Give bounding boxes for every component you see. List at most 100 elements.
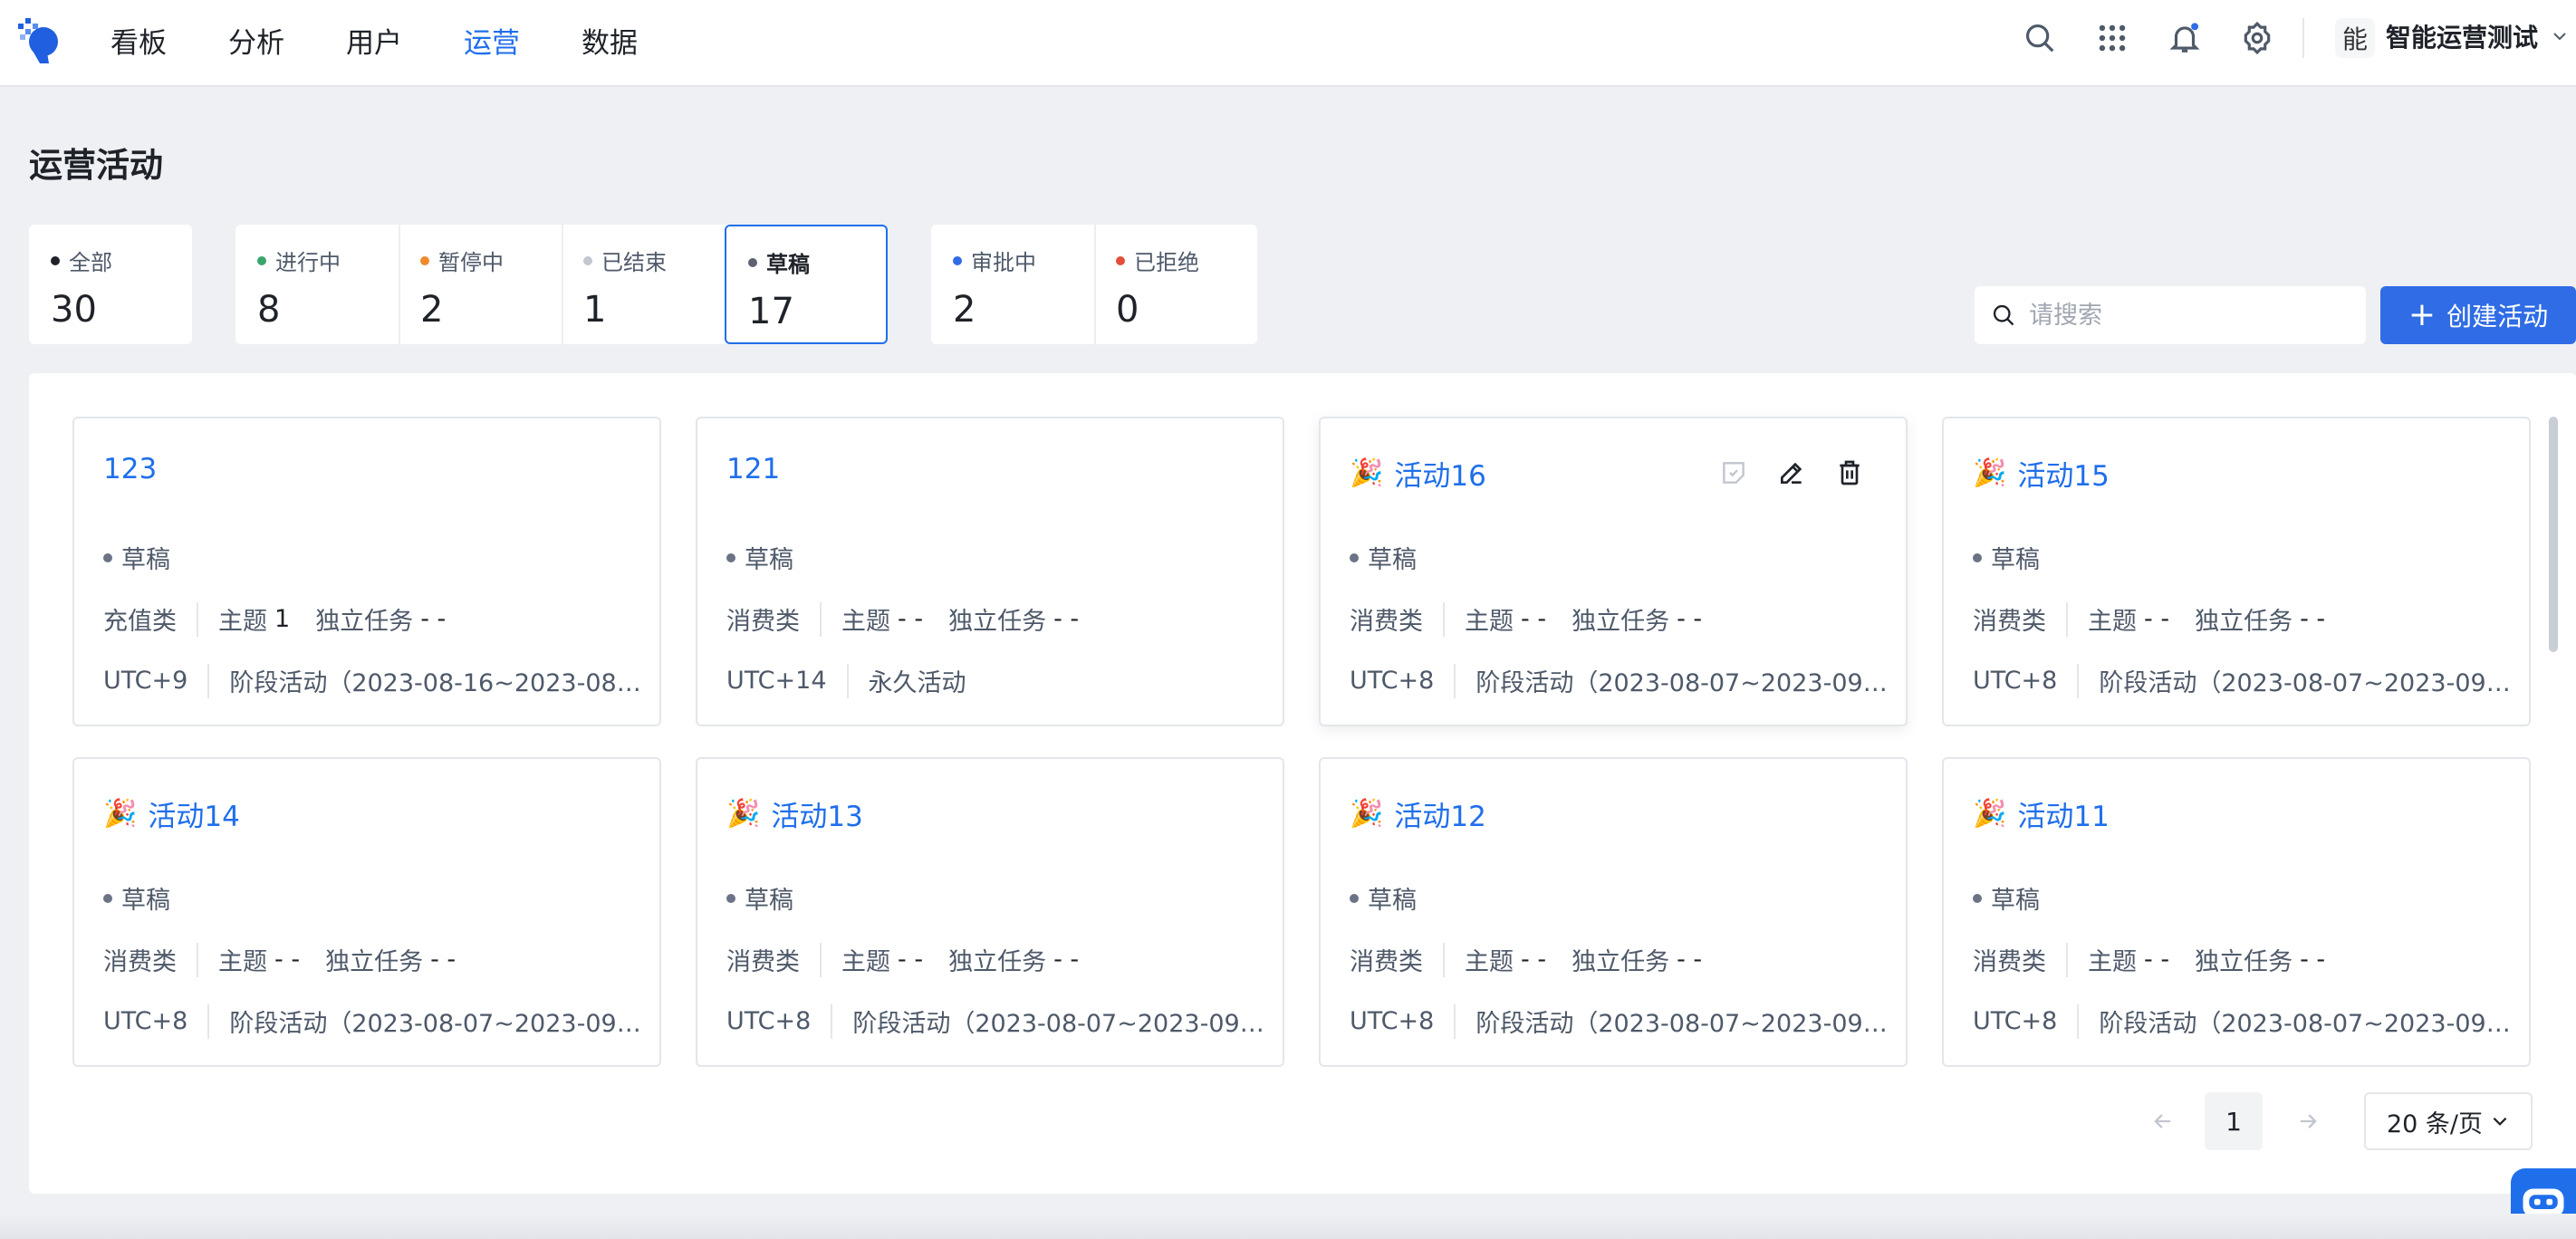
activity-card[interactable]: 🎉 活动16 草稿 消费类 主题 - - 独立任务 - - UTC+8 阶段活动（2023-08-… xyxy=(1319,417,1908,726)
stat-draft-label: 草稿 xyxy=(748,246,864,278)
card-task-label: 独立任务 xyxy=(948,608,1047,636)
stat-all[interactable]: 全部 30 xyxy=(29,225,192,344)
search-icon xyxy=(1993,304,2014,326)
user-name[interactable]: 智能运营测试 xyxy=(2386,20,2538,56)
card-meta: 消费类 主题 - - 独立任务 - - xyxy=(1973,601,2325,637)
status-dot-icon xyxy=(953,255,962,265)
status-dot-icon xyxy=(420,255,429,265)
apps-grid-icon[interactable] xyxy=(2092,18,2132,58)
card-status: 草稿 xyxy=(726,540,793,575)
card-title-text[interactable]: 121 xyxy=(726,453,780,485)
activity-card[interactable]: 123 草稿 充值类 主题 1 独立任务 - - UTC+9 阶段活动（2023-08-16~2… xyxy=(72,417,661,726)
card-title[interactable]: 🎉 活动15 xyxy=(1973,453,2110,494)
status-dot-icon xyxy=(748,257,757,267)
activity-card[interactable]: 🎉 活动11 草稿 消费类 主题 - - 独立任务 - - UTC+8 阶段活动（2023-08-… xyxy=(1942,757,2531,1067)
meta-divider xyxy=(1443,601,1445,637)
meta-divider xyxy=(831,1004,833,1039)
card-timezone: UTC+9 xyxy=(103,667,188,695)
card-title-text[interactable]: 活动11 xyxy=(2017,793,2109,834)
settings-gear-icon[interactable] xyxy=(2237,18,2277,58)
card-title-text[interactable]: 活动16 xyxy=(1394,453,1485,494)
stat-rejected[interactable]: 已拒绝 0 xyxy=(1094,225,1257,344)
card-theme-value: 1 xyxy=(274,605,291,633)
next-page-button[interactable] xyxy=(2290,1094,2326,1148)
stat-ended[interactable]: 已结束 1 xyxy=(562,225,725,344)
pencil-icon xyxy=(1781,462,1802,484)
search-input[interactable] xyxy=(2029,301,2355,330)
party-popper-icon: 🎉 xyxy=(1350,798,1384,830)
stat-running[interactable]: 进行中 8 xyxy=(235,225,399,344)
card-title[interactable]: 🎉 活动11 xyxy=(1973,793,2110,834)
card-task-label: 独立任务 xyxy=(1572,608,1670,636)
app-logo-icon[interactable] xyxy=(13,14,63,65)
nav-analysis[interactable]: 分析 xyxy=(228,0,284,87)
nav-operations[interactable]: 运营 xyxy=(464,0,520,87)
card-title-text[interactable]: 活动15 xyxy=(2017,453,2109,494)
scrollbar-thumb[interactable] xyxy=(2549,417,2558,652)
activity-card[interactable]: 121 草稿 消费类 主题 - - 独立任务 - - UTC+14 永久活动 xyxy=(696,417,1284,726)
card-theme-label: 主题 xyxy=(1465,948,1514,976)
stat-approving[interactable]: 审批中 2 xyxy=(931,225,1094,344)
header-divider xyxy=(2302,18,2304,58)
card-type: 消费类 xyxy=(726,608,800,636)
edit-button[interactable] xyxy=(1775,456,1808,489)
nav-data[interactable]: 数据 xyxy=(582,0,638,87)
card-title[interactable]: 121 xyxy=(726,453,780,485)
card-timezone: UTC+8 xyxy=(103,1007,188,1035)
prev-page-button[interactable] xyxy=(2145,1094,2181,1148)
card-title[interactable]: 🎉 活动14 xyxy=(103,793,240,834)
card-title-text[interactable]: 123 xyxy=(103,453,157,485)
activity-card[interactable]: 🎉 活动14 草稿 消费类 主题 - - 独立任务 - - UTC+8 阶段活动（2023-08-… xyxy=(72,757,661,1067)
main-nav: 看板 分析 用户 运营 数据 xyxy=(111,0,699,87)
activity-card[interactable]: 🎉 活动12 草稿 消费类 主题 - - 独立任务 - - UTC+8 阶段活动（2023-08-… xyxy=(1319,757,1908,1067)
nav-dashboard[interactable]: 看板 xyxy=(111,0,167,87)
card-time: UTC+8 阶段活动（2023-08-07~2023-09-30） xyxy=(103,1004,647,1039)
card-title-text[interactable]: 活动12 xyxy=(1394,793,1485,834)
activity-card[interactable]: 🎉 活动15 草稿 消费类 主题 - - 独立任务 - - UTC+8 阶段活动（2023-08-… xyxy=(1942,417,2531,726)
card-period: 阶段活动（2023-08-16~2023-08-27） xyxy=(229,669,647,697)
card-theme-label: 主题 xyxy=(218,948,267,976)
card-title-text[interactable]: 活动13 xyxy=(771,793,862,834)
status-dot-icon xyxy=(257,255,266,265)
meta-divider xyxy=(1454,1004,1456,1039)
card-status: 草稿 xyxy=(1350,540,1417,575)
card-time: UTC+8 阶段活动（2023-08-07~2023-09-30） xyxy=(726,1004,1270,1039)
card-status-text: 草稿 xyxy=(745,546,793,574)
stat-draft[interactable]: 草稿 17 xyxy=(725,225,888,344)
stat-ended-text: 已结束 xyxy=(601,250,667,275)
card-meta: 消费类 主题 - - 独立任务 - - xyxy=(1973,942,2325,977)
card-type: 消费类 xyxy=(1350,608,1423,636)
card-title[interactable]: 🎉 活动16 xyxy=(1350,453,1486,494)
card-status-text: 草稿 xyxy=(121,546,170,574)
search-icon[interactable] xyxy=(2020,18,2060,58)
party-popper-icon: 🎉 xyxy=(726,798,761,830)
status-dot-icon xyxy=(1350,552,1359,562)
chevron-down-icon[interactable] xyxy=(2551,27,2569,45)
page-number-button[interactable]: 1 xyxy=(2205,1092,2263,1150)
card-status-text: 草稿 xyxy=(121,887,170,915)
submit-approval-icon xyxy=(1723,462,1745,484)
card-time: UTC+8 阶段活动（2023-08-07~2023-09-30） xyxy=(1973,663,2516,698)
status-dot-icon xyxy=(726,552,735,562)
create-activity-button[interactable]: + 创建活动 xyxy=(2380,286,2576,344)
activity-card[interactable]: 🎉 活动13 草稿 消费类 主题 - - 独立任务 - - UTC+8 阶段活动（2023-08-… xyxy=(696,757,1284,1067)
card-title[interactable]: 🎉 活动13 xyxy=(726,793,863,834)
nav-users[interactable]: 用户 xyxy=(346,0,402,87)
status-dot-icon xyxy=(583,255,592,265)
meta-divider xyxy=(197,601,198,637)
stat-paused[interactable]: 暂停中 2 xyxy=(399,225,562,344)
card-theme-label: 主题 xyxy=(841,608,890,636)
avatar[interactable]: 能 xyxy=(2335,18,2375,58)
card-status: 草稿 xyxy=(1350,880,1417,916)
card-title-text[interactable]: 活动14 xyxy=(148,793,239,834)
card-timezone: UTC+8 xyxy=(1973,1007,2058,1035)
card-status: 草稿 xyxy=(726,880,793,916)
card-title[interactable]: 🎉 活动12 xyxy=(1350,793,1486,834)
bell-icon[interactable] xyxy=(2165,18,2205,58)
page-size-select[interactable]: 20 条/页 xyxy=(2364,1092,2533,1150)
card-title[interactable]: 123 xyxy=(103,453,157,485)
page-size-label: 20 条/页 xyxy=(2386,1109,2484,1138)
submit-approval-button[interactable] xyxy=(1717,456,1750,489)
delete-button[interactable] xyxy=(1833,456,1866,489)
card-theme-label: 主题 xyxy=(1465,608,1514,636)
